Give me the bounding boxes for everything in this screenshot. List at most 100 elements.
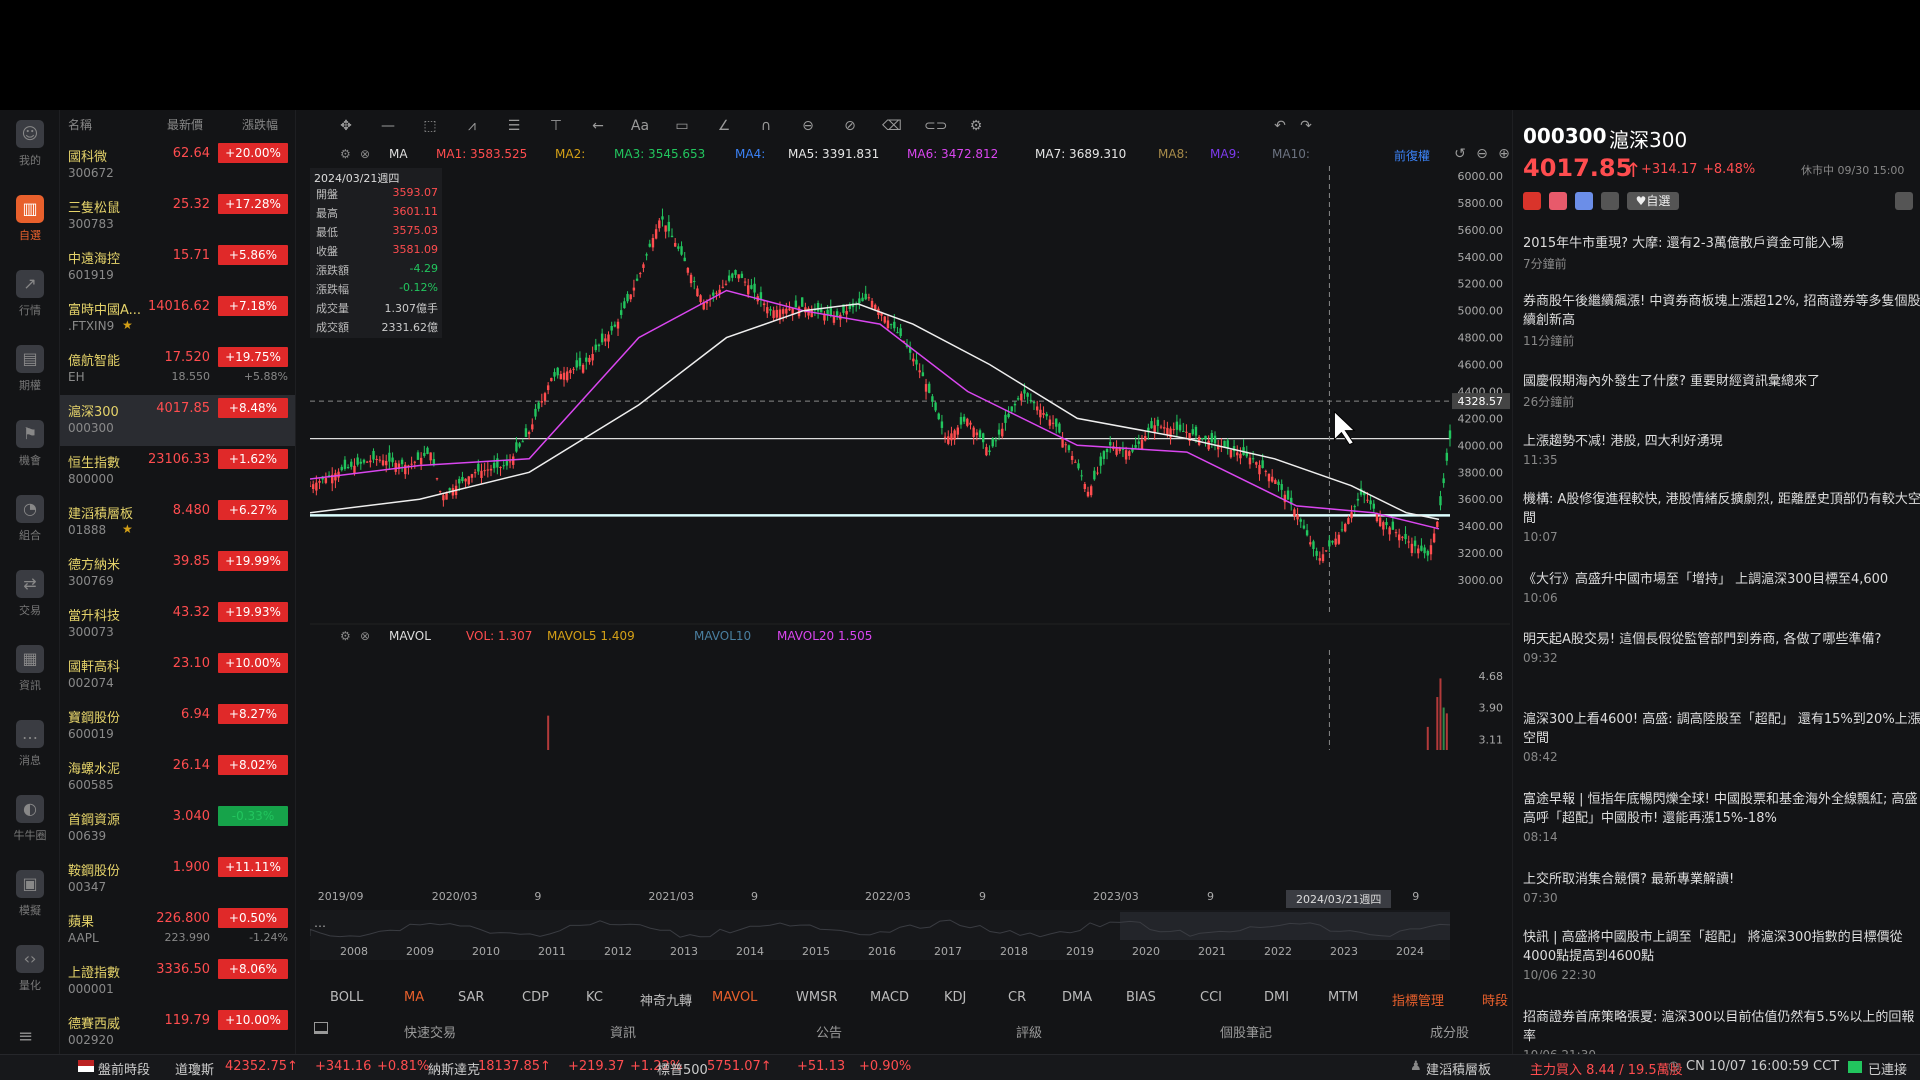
candle-body <box>883 316 886 323</box>
watchlist-row[interactable]: 蘋果 AAPL 226.800 +0.50% 223.990 -1.24% <box>60 905 295 956</box>
col-price-header[interactable]: 最新價 <box>167 116 203 133</box>
bottom-tab[interactable]: 快速交易 <box>404 1022 456 1041</box>
watchlist-row[interactable]: 中遠海控 601919 15.71 +5.86% <box>60 242 295 293</box>
watchlist-row[interactable]: 上證指數 000001 3336.50 +8.06% <box>60 956 295 1007</box>
watch-button[interactable]: ♥自選 <box>1627 192 1679 210</box>
candle-body <box>1305 530 1309 536</box>
candle-body <box>693 281 696 283</box>
nav-options[interactable]: ▤ 期權 <box>0 335 60 399</box>
indicator-tab[interactable]: BOLL <box>330 990 363 1005</box>
nav-trade[interactable]: ⇄ 交易 <box>0 560 60 624</box>
indicator-tab[interactable]: 神奇九轉 <box>640 990 692 1009</box>
indicator-tab[interactable]: CCI <box>1200 990 1222 1005</box>
nav-community[interactable]: ◐ 牛牛圈 <box>0 785 60 849</box>
stock-code: .FTXIN9 <box>68 319 115 333</box>
nav-message[interactable]: … 消息 <box>0 710 60 774</box>
indicator-tab[interactable]: MAVOL <box>712 990 757 1005</box>
nav-news[interactable]: ▦ 資訊 <box>0 635 60 699</box>
note-icon[interactable] <box>1601 192 1619 210</box>
news-item[interactable]: 上交所取消集合競價? 最新專業解讀! 07:30 <box>1523 870 1920 905</box>
indicator-tab[interactable]: CDP <box>522 990 549 1005</box>
menu-icon[interactable]: ≡ <box>18 1026 33 1047</box>
news-item[interactable]: 招商證券首席策略張夏: 滬深300以目前估值仍然有5.5%以上的回報率10/06… <box>1523 1008 1920 1054</box>
close-icon[interactable]: ⊗ <box>360 147 370 161</box>
watchlist-row[interactable]: 國軒高科 002074 23.10 +10.00% <box>60 650 295 701</box>
bottom-tab[interactable]: 評級 <box>1016 1022 1042 1041</box>
news-item[interactable]: 《大行》高盛升中國市場至「增持」 上調滬深300目標至4,600 10:06 <box>1523 570 1920 605</box>
indicator-tab[interactable]: DMI <box>1264 990 1289 1005</box>
nav-user[interactable]: ☺ 我的 <box>0 110 60 174</box>
watchlist-row[interactable]: 三隻松鼠 300783 25.32 +17.28% <box>60 191 295 242</box>
candlestick-chart[interactable]: 6000.00 5800.00 5600.00 5400.00 5200.00 5000.… <box>310 166 1510 750</box>
nav-opportunity[interactable]: ⚑ 機會 <box>0 410 60 474</box>
quote-code: 000300 <box>1523 124 1607 148</box>
indicator-tab[interactable]: BIAS <box>1126 990 1156 1005</box>
watchlist-row[interactable]: 鞍鋼股份 00347 1.900 +11.11% <box>60 854 295 905</box>
news-item[interactable]: 明天起A股交易! 這個長假從監管部門到券商, 各做了哪些準備? 09:32 <box>1523 630 1920 665</box>
watchlist-row[interactable]: 首鋼資源 00639 3.040 -0.33% <box>60 803 295 854</box>
watchlist-row[interactable]: 恒生指數 800000 23106.33 +1.62% <box>60 446 295 497</box>
candle-body <box>1001 428 1004 437</box>
adjust-button[interactable]: 前復權 <box>1394 147 1430 164</box>
news-item[interactable]: 富途早報 | 恒指年底暢閃爍全球! 中國股票和基金海外全線飄紅; 高盛高呼「超配… <box>1523 790 1920 844</box>
bottom-tab[interactable]: 成分股 <box>1430 1022 1469 1041</box>
nav-bar-chart[interactable]: ▥ 自選 <box>0 185 60 249</box>
indicator-tab[interactable]: MTM <box>1328 990 1358 1005</box>
indicator-tab[interactable]: SAR <box>458 990 484 1005</box>
flow-stock[interactable]: 建滔積層板 <box>1426 1059 1491 1078</box>
settings-icon[interactable]: ⚙ <box>340 147 351 161</box>
indicator-tab[interactable]: CR <box>1008 990 1026 1005</box>
col-name-header[interactable]: 名稱 <box>68 116 92 133</box>
bottom-tab[interactable]: 個股筆記 <box>1220 1022 1272 1041</box>
bell-icon[interactable] <box>1895 192 1913 210</box>
watchlist-row[interactable]: 滬深300 000300 4017.85 +8.48% <box>60 395 295 446</box>
indicator-tab[interactable]: WMSR <box>796 990 837 1005</box>
candle-body <box>1397 534 1401 541</box>
candle-body <box>1150 421 1153 429</box>
nav-trend[interactable]: ↗ 行情 <box>0 260 60 324</box>
watchlist-row[interactable]: 當升科技 300073 43.32 +19.93% <box>60 599 295 650</box>
bottom-tab[interactable]: 公告 <box>816 1022 842 1041</box>
news-item[interactable]: 2015年牛市重現? 大摩: 還有2-3萬億散戶資金可能入場 7分鐘前 <box>1523 234 1920 272</box>
indicator-tab[interactable]: KC <box>586 990 603 1005</box>
news-item[interactable]: 國慶假期海內外發生了什麼? 重要財經資訊彙總來了 26分鐘前 <box>1523 372 1920 410</box>
watchlist-row[interactable]: 德方納米 300769 39.85 +19.99% <box>60 548 295 599</box>
news-item[interactable]: 滬深300上看4600! 高盛: 調高陸股至「超配」 還有15%到20%上漲空間… <box>1523 710 1920 764</box>
indicator-tab[interactable]: DMA <box>1062 990 1092 1005</box>
watchlist-row[interactable]: 億航智能 EH 17.520 +19.75% 18.550 +5.88% <box>60 344 295 395</box>
candle-body <box>1121 448 1125 450</box>
watchlist-row[interactable]: 海螺水泥 600585 26.14 +8.02% <box>60 752 295 803</box>
ma-indicator-label[interactable]: MA <box>389 147 408 161</box>
stock-code: 300073 <box>68 625 114 639</box>
indicator-tab[interactable]: KDJ <box>944 990 966 1005</box>
overview-window[interactable] <box>1120 912 1450 940</box>
indicator-tab[interactable]: 指標管理 <box>1392 990 1444 1009</box>
close-icon[interactable]: ⊗ <box>360 629 370 643</box>
mavol-label[interactable]: MAVOL <box>389 629 431 643</box>
settings-icon[interactable]: ⚙ <box>340 629 351 643</box>
nav-simulate[interactable]: ▣ 模擬 <box>0 860 60 924</box>
alert-icon[interactable] <box>1549 192 1567 210</box>
watchlist-row[interactable]: 國科微 300672 62.64 +20.00% <box>60 140 295 191</box>
nav-portfolio[interactable]: ◔ 組合 <box>0 485 60 549</box>
news-item[interactable]: 機構: A股修復進程較快, 港股情緒反擴劇烈, 距離歷史頂部仍有較大空間 10:0… <box>1523 490 1920 544</box>
handle-icon[interactable]: ⋯ <box>314 919 326 933</box>
bottom-tab[interactable]: 資訊 <box>610 1022 636 1041</box>
watchlist-row[interactable]: 建滔積層板 01888 ★ 8.480 +6.27% <box>60 497 295 548</box>
col-change-header[interactable]: 漲跌幅 <box>242 116 278 133</box>
watchlist-row[interactable]: 富時中國A... .FTXIN9 ★ 14016.62 +7.18% <box>60 293 295 344</box>
indicator-tab[interactable]: MACD <box>870 990 909 1005</box>
watchlist-row[interactable]: 寶鋼股份 600019 6.94 +8.27% <box>60 701 295 752</box>
share-icon[interactable] <box>1575 192 1593 210</box>
news-item[interactable]: 快訊 | 高盛將中國股市上調至「超配」 將滬深300指數的目標價從4000點提高… <box>1523 928 1920 982</box>
monitor-icon[interactable] <box>314 1022 328 1034</box>
news-item[interactable]: 券商股午後繼續飆漲! 中資券商板塊上漲超12%, 招商證券等多隻個股續創新高 11… <box>1523 292 1920 349</box>
news-item[interactable]: 上漲趨勢不减! 港股, 四大利好湧現 11:35 <box>1523 432 1920 467</box>
overview-navigator[interactable]: 2008 2009 2010 2011 2012 2013 2014 2015 2016 2017… <box>310 910 1450 960</box>
y-tick-label: 6000.00 <box>1458 170 1504 183</box>
time-share-tab[interactable]: 時段 <box>1482 990 1508 1009</box>
candle-body <box>689 274 693 284</box>
indicator-tab[interactable]: MA <box>404 990 424 1005</box>
watchlist-row[interactable]: 德賽西威 002920 119.79 +10.00% <box>60 1007 295 1054</box>
nav-code[interactable]: ‹› 量化 <box>0 935 60 999</box>
